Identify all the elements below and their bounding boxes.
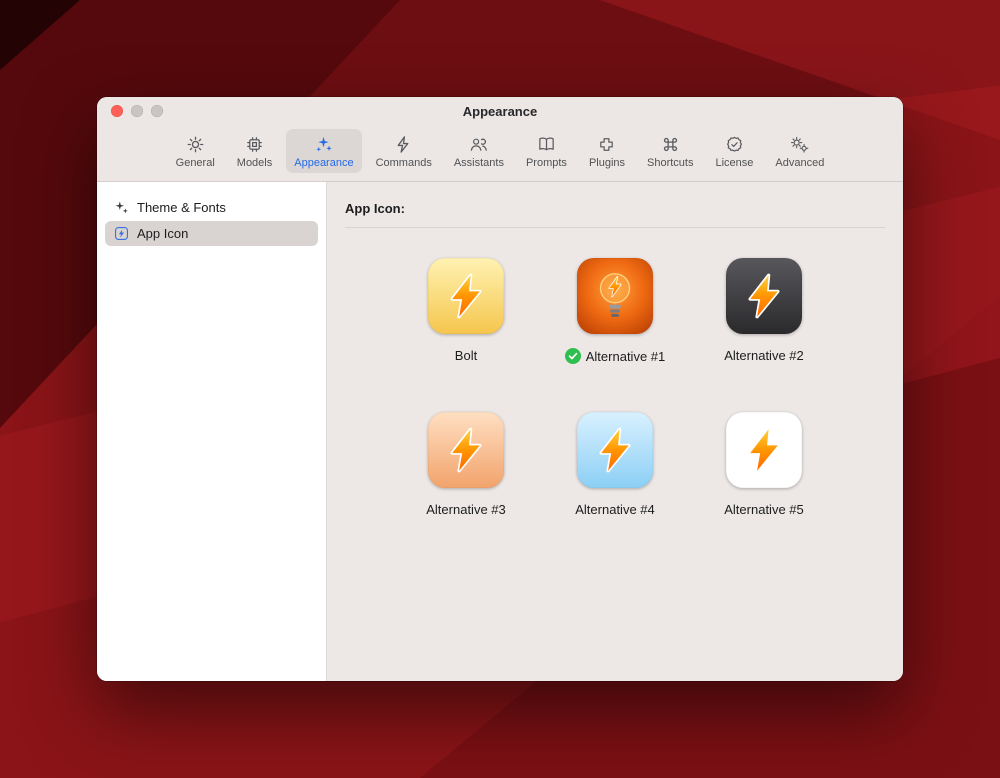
titlebar[interactable]: Appearance General Models Appearance Com… [97, 97, 903, 182]
content-pane: App Icon: Bolt Alternative #1 Alternativ… [327, 182, 903, 681]
app-icon-grid: Bolt Alternative #1 Alternative #2 Alter… [392, 258, 839, 517]
app-icon-label: Alternative #4 [575, 502, 655, 517]
tab-license[interactable]: License [707, 129, 761, 173]
book-icon [537, 134, 556, 154]
window-controls [111, 105, 163, 117]
app-icon-label: Alternative #5 [724, 502, 804, 517]
sparkles-icon [112, 199, 130, 217]
app-icon-option-alternative-3[interactable]: Alternative #3 [392, 412, 541, 517]
app-icon-option-alternative-2[interactable]: Alternative #2 [690, 258, 839, 364]
tab-label: Prompts [525, 157, 567, 169]
app-icon-label: Bolt [454, 348, 478, 363]
app-icon-option-bolt[interactable]: Bolt [392, 258, 541, 364]
tab-label: General [175, 157, 215, 169]
tab-label: Assistants [453, 157, 504, 169]
alternative-3-app-icon-tile[interactable] [428, 412, 504, 488]
section-divider [345, 227, 885, 228]
tab-appearance[interactable]: Appearance [286, 129, 362, 173]
app-icon-option-alternative-4[interactable]: Alternative #4 [541, 412, 690, 517]
preferences-window: Appearance General Models Appearance Com… [97, 97, 903, 681]
minimize-button[interactable] [131, 105, 143, 117]
gear-icon [186, 134, 205, 154]
alternative-4-app-icon-tile[interactable] [577, 412, 653, 488]
app-icon-caption: Bolt [455, 348, 477, 363]
tab-label: Plugins [588, 157, 626, 169]
tab-label: Models [236, 157, 273, 169]
zoom-button[interactable] [151, 105, 163, 117]
tab-assistants[interactable]: Assistants [446, 129, 512, 173]
app-icon-option-alternative-5[interactable]: Alternative #5 [690, 412, 839, 517]
tab-label: Appearance [294, 157, 354, 169]
puzzle-icon [597, 134, 616, 154]
sparkle-wand-icon [314, 134, 333, 154]
sidebar-item-label: Theme & Fonts [137, 200, 226, 215]
close-button[interactable] [111, 105, 123, 117]
chip-icon [245, 134, 264, 154]
sidebar-item-label: App Icon [137, 226, 189, 241]
alternative-5-app-icon-tile[interactable] [726, 412, 802, 488]
tab-shortcuts[interactable]: Shortcuts [639, 129, 701, 173]
app-icon-label: Alternative #1 [585, 348, 666, 364]
tab-prompts[interactable]: Prompts [518, 129, 575, 173]
sidebar: Theme & Fonts App Icon [97, 182, 327, 681]
bolt-outline-icon [394, 134, 413, 154]
tab-commands[interactable]: Commands [368, 129, 440, 173]
tab-plugins[interactable]: Plugins [581, 129, 633, 173]
app-icon-caption: Alternative #4 [575, 502, 655, 517]
tab-advanced[interactable]: Advanced [767, 129, 832, 173]
seal-check-icon [725, 134, 744, 154]
command-icon [661, 134, 680, 154]
app-icon-caption: Alternative #3 [426, 502, 506, 517]
tab-label: Advanced [775, 157, 825, 169]
app-icon-label: Alternative #3 [426, 502, 506, 517]
tab-label: Commands [375, 157, 432, 169]
app-icon-option-alternative-1[interactable]: Alternative #1 [541, 258, 690, 364]
app-icon-caption: Alternative #1 [564, 348, 666, 364]
preferences-toolbar: General Models Appearance Commands Assis… [97, 123, 903, 181]
section-label: App Icon: [345, 201, 405, 216]
app-icon-label: Alternative #2 [724, 348, 804, 363]
bolt-app-icon [112, 225, 130, 243]
tab-models[interactable]: Models [229, 129, 280, 173]
app-icon-caption: Alternative #5 [724, 502, 804, 517]
bolt-app-icon-tile[interactable] [428, 258, 504, 334]
alternative-1-app-icon-tile[interactable] [577, 258, 653, 334]
sidebar-item-theme-fonts[interactable]: Theme & Fonts [105, 195, 318, 220]
alternative-2-app-icon-tile[interactable] [726, 258, 802, 334]
sidebar-item-app-icon[interactable]: App Icon [105, 221, 318, 246]
window-title: Appearance [462, 104, 538, 119]
tab-general[interactable]: General [168, 129, 223, 173]
gears-icon [789, 134, 810, 154]
tab-label: License [715, 157, 754, 169]
people-icon [469, 134, 488, 154]
app-icon-caption: Alternative #2 [724, 348, 804, 363]
selected-check-icon [564, 348, 581, 364]
tab-label: Shortcuts [647, 157, 694, 169]
